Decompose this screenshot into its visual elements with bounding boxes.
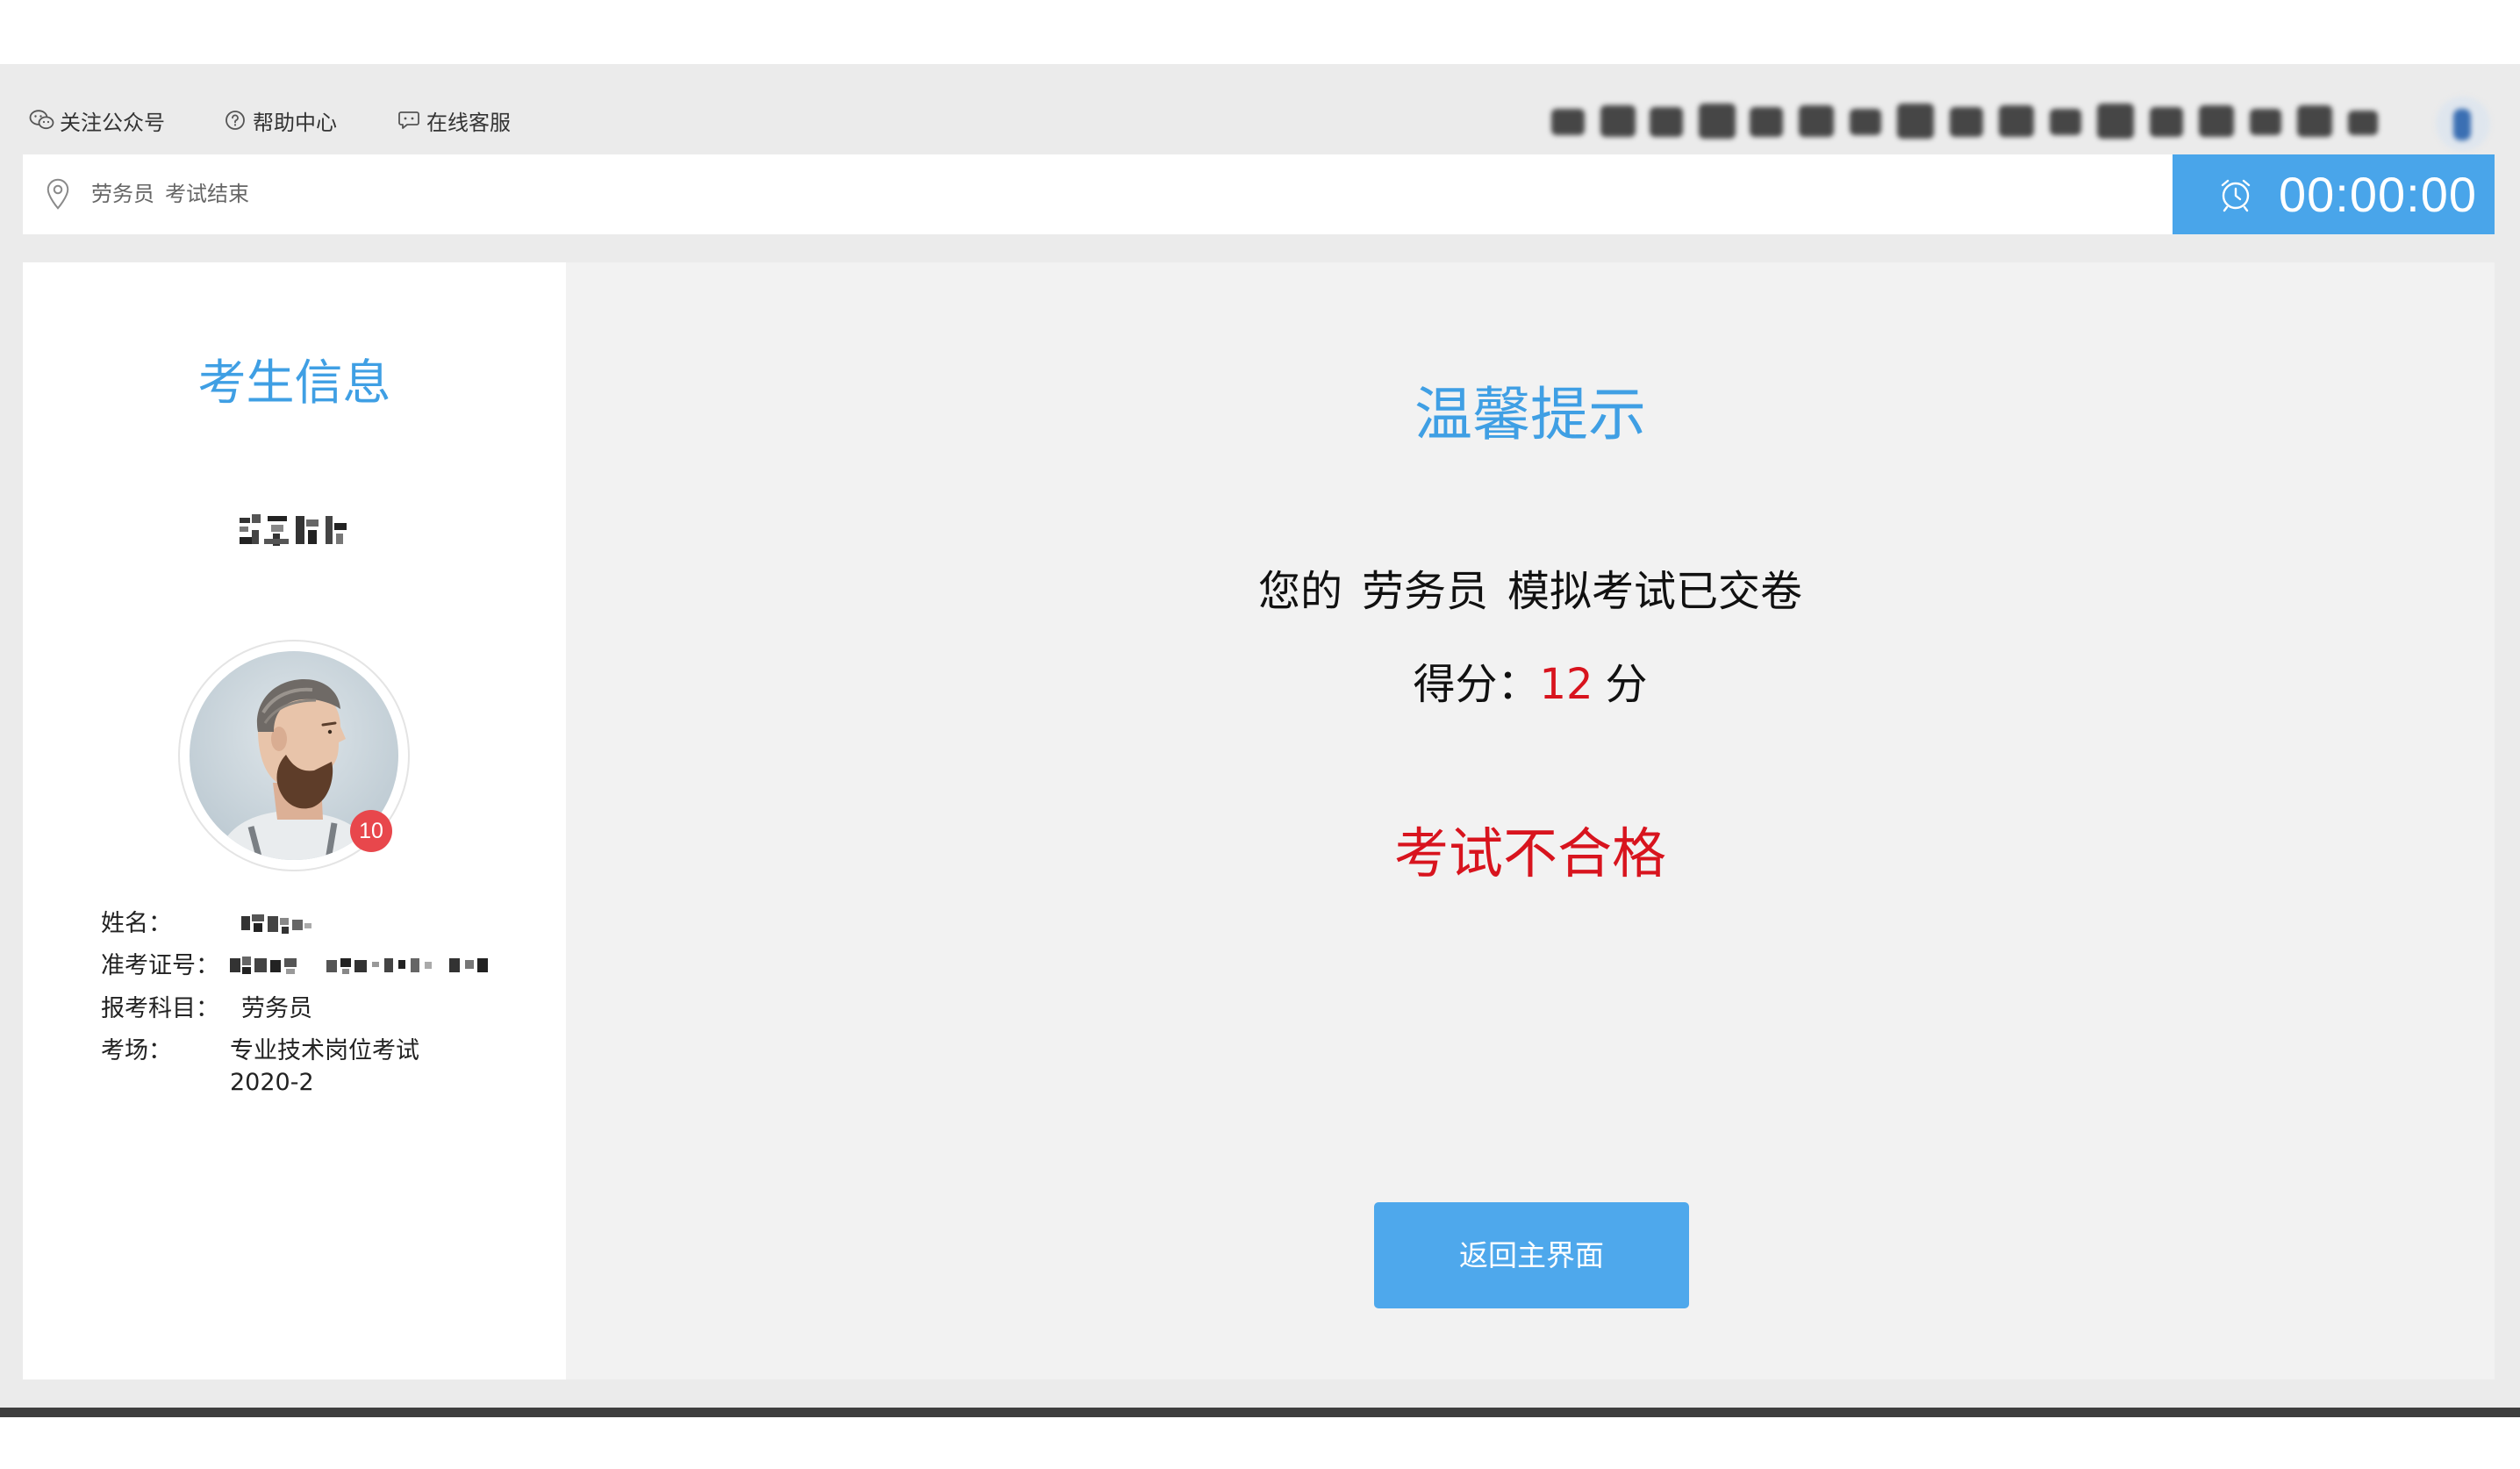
message-suffix: 模拟考试已交卷 — [1507, 567, 1803, 616]
score-label: 得分： — [1413, 660, 1540, 709]
score-line: 得分：12 分 — [566, 658, 2495, 711]
bottom-divider — [0, 1408, 2520, 1417]
return-to-main-button[interactable]: 返回主界面 — [1374, 1202, 1689, 1308]
notice-panel: 温馨提示 您的 劳务员 模拟考试已交卷 得分：12 分 考试不合格 返回主界面 — [566, 262, 2495, 1379]
top-band — [0, 0, 2520, 64]
score-unit: 分 — [1605, 660, 1648, 709]
location-bar: 劳务员 考试结束 — [23, 154, 2173, 234]
exam-timer: 00:00:00 — [2173, 154, 2495, 234]
blurred-system-title — [1543, 91, 2492, 156]
breadcrumb: 劳务员 考试结束 — [91, 154, 249, 234]
submission-message: 您的 劳务员 模拟考试已交卷 — [566, 565, 2495, 618]
follow-official-account-link[interactable]: 关注公众号 — [29, 104, 165, 137]
subject-label: 报考科目： — [101, 995, 219, 1022]
venue-label: 考场： — [101, 1037, 172, 1064]
candidate-info-panel: 考生信息 10 姓名： 准考证号： 报考科目： 劳务员 考场： 专业技术岗位考试… — [23, 262, 566, 1379]
clock-icon — [2221, 179, 2251, 212]
venue-value-line-1: 专业技术岗位考试 — [230, 1037, 419, 1064]
avatar-badge: 10 — [350, 810, 392, 852]
timer-value: 00:00:00 — [2279, 167, 2477, 222]
venue-value-line-2: 2020-2 — [230, 1069, 314, 1096]
help-icon — [226, 111, 245, 130]
exam-result-card: 考生信息 10 姓名： 准考证号： 报考科目： 劳务员 考场： 专业技术岗位考试… — [23, 262, 2495, 1379]
message-prefix: 您的 — [1257, 567, 1342, 616]
pixelated-ticket-number-value — [230, 957, 488, 974]
breadcrumb-subject: 劳务员 — [91, 182, 154, 206]
online-service-link[interactable]: 在线客服 — [396, 104, 511, 137]
bottom-band — [0, 1417, 2520, 1469]
help-center-label: 帮助中心 — [253, 110, 337, 135]
online-service-label: 在线客服 — [426, 110, 511, 135]
chat-icon — [398, 111, 419, 129]
name-label: 姓名： — [101, 910, 172, 937]
ticket-number-label: 准考证号： — [101, 952, 219, 979]
pixelated-name-value — [241, 914, 311, 934]
exam-result-status: 考试不合格 — [1393, 821, 1666, 885]
follow-official-account-label: 关注公众号 — [60, 110, 165, 135]
help-center-link[interactable]: 帮助中心 — [222, 104, 337, 137]
wechat-icon — [29, 110, 54, 130]
message-subject: 劳务员 — [1361, 567, 1488, 616]
location-pin-icon — [47, 178, 69, 210]
subject-value: 劳务员 — [241, 995, 312, 1022]
pixelated-candidate-name — [240, 514, 347, 546]
notice-heading: 温馨提示 — [1414, 381, 1646, 448]
score-value: 12 — [1539, 660, 1593, 709]
candidate-info-heading: 考生信息 — [197, 355, 391, 411]
breadcrumb-status: 考试结束 — [165, 182, 249, 206]
